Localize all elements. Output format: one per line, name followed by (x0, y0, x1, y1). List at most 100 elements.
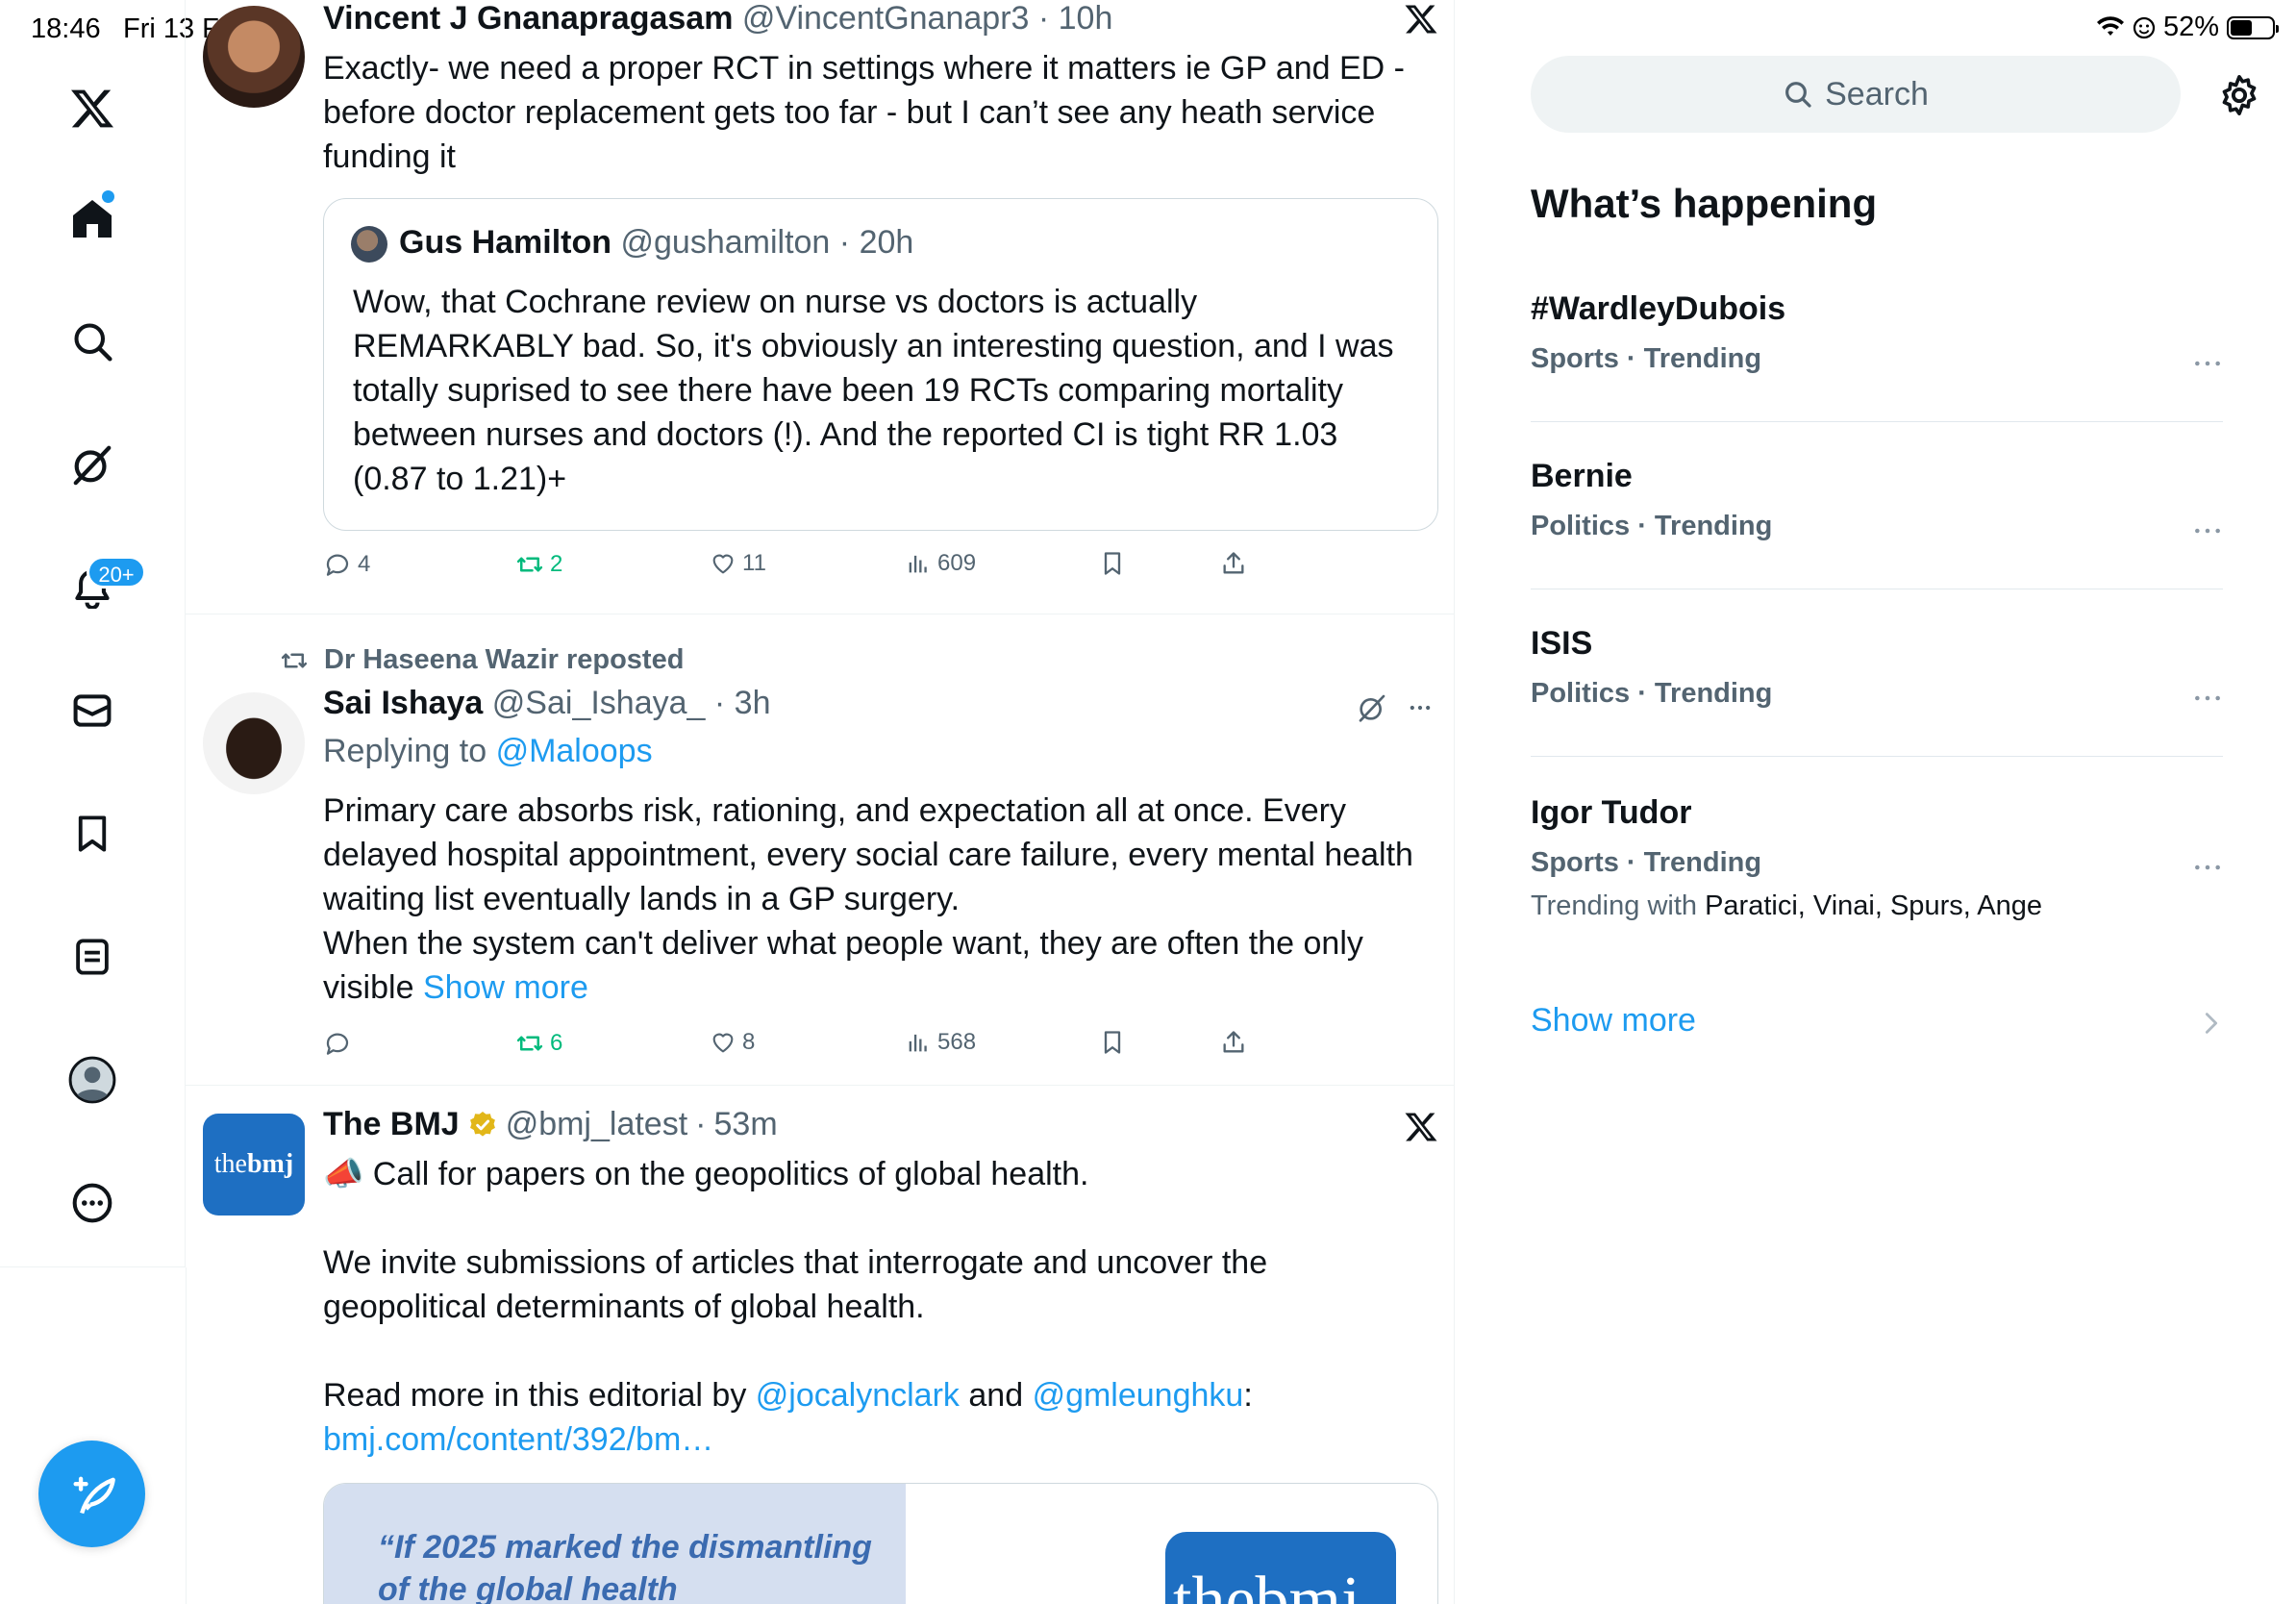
trend-with: Trending with Paratici, Vinai, Spurs, An… (1531, 890, 2223, 922)
search-input[interactable]: Search (1531, 56, 2181, 133)
x-logo-icon[interactable] (1404, 1110, 1438, 1144)
card-quote-text: “If 2025 marked the dismantling of the g… (378, 1529, 872, 1604)
status-icons: 52% (2096, 12, 2279, 43)
reply-button[interactable] (323, 1029, 352, 1058)
url-link[interactable]: bmj.com/content/392/bm… (323, 1417, 713, 1462)
profile-icon[interactable] (61, 1048, 124, 1112)
list-icon[interactable] (61, 925, 124, 989)
quote-author-name: Gus Hamilton (399, 224, 612, 261)
trend-with-names: Paratici, Vinai, Spurs, Ange (1705, 890, 2042, 921)
trend-name: ISIS (1531, 625, 1593, 662)
more-options-icon[interactable] (2192, 858, 2223, 877)
trend-name: #WardleyDubois (1531, 290, 1786, 327)
repost-count: 6 (550, 1030, 563, 1056)
home-icon[interactable] (61, 187, 124, 250)
show-more-link[interactable]: Show more (423, 969, 588, 1006)
more-icon[interactable] (61, 1171, 124, 1235)
mention-link[interactable]: @jocalynclark (756, 1377, 960, 1414)
grok-icon[interactable] (61, 433, 124, 496)
trend-with-prefix: Trending with (1531, 890, 1698, 921)
bmj-avatar[interactable]: the bmj (203, 1114, 305, 1216)
heart-icon (712, 554, 734, 574)
show-more-link[interactable]: Show more (1531, 1002, 1696, 1040)
like-button[interactable]: 8 (710, 1029, 755, 1056)
more-options-icon[interactable] (1405, 694, 1435, 721)
bookmark-icon[interactable] (61, 802, 124, 865)
timeline: Vincent J Gnanapragasam @VincentGnanapr3… (186, 0, 1455, 1604)
avatar[interactable] (203, 692, 305, 794)
like-button[interactable]: 11 (710, 550, 766, 577)
left-nav (0, 0, 186, 1267)
avatar[interactable] (203, 6, 305, 108)
more-options-icon[interactable] (2192, 354, 2223, 373)
x-logo-icon[interactable] (1404, 2, 1438, 37)
compose-button[interactable] (38, 1441, 145, 1547)
read-more-prefix: Read more in this editorial by (323, 1377, 747, 1414)
author-handle[interactable]: @bmj_latest (506, 1106, 687, 1143)
replying-to: Replying to @Maloops (323, 733, 653, 770)
trend-name: Bernie (1531, 458, 1633, 494)
views-button[interactable]: 568 (905, 1029, 976, 1056)
home-unread-dot (102, 190, 114, 203)
battery-icon (2227, 15, 2279, 39)
author-name[interactable]: The BMJ (323, 1106, 460, 1143)
trend-meta: Politics · Trending (1531, 511, 1773, 541)
share-button[interactable] (1220, 1029, 1247, 1056)
replying-to-link[interactable]: @Maloops (496, 733, 653, 769)
quote-text: Wow, that Cochrane review on nurse vs do… (353, 284, 1394, 497)
bmj-avatar-bmj: bmj (246, 1149, 294, 1179)
bookmark-button[interactable] (1099, 1029, 1126, 1056)
repost-button[interactable]: 2 (515, 550, 562, 579)
compose-icon (67, 1469, 117, 1519)
tweet-time[interactable]: 53m (714, 1106, 778, 1143)
trend-divider (1531, 756, 2223, 757)
more-options-icon[interactable] (2192, 521, 2223, 540)
reply-button[interactable]: 4 (323, 550, 370, 579)
views-count: 568 (937, 1029, 977, 1055)
trend-item[interactable]: ISIS Politics · Trending (1531, 625, 2223, 710)
x-logo-icon[interactable] (61, 77, 124, 140)
share-button[interactable] (1220, 550, 1247, 577)
views-icon (909, 555, 927, 573)
link-card[interactable]: “If 2025 marked the dismantling of the g… (323, 1483, 1438, 1604)
tweet-text: Exactly- we need a proper RCT in setting… (323, 50, 1406, 175)
grok-icon[interactable] (1357, 692, 1387, 723)
tweet-line-3: Read more in this editorial by @jocalync… (323, 1373, 1429, 1417)
tweet-text: Primary care absorbs risk, rationing, an… (323, 789, 1429, 1010)
share-icon (1223, 1031, 1244, 1053)
battery-percent: 52% (2162, 12, 2219, 42)
settings-gear-icon[interactable] (2217, 73, 2261, 117)
notification-badge: 20+ (87, 556, 146, 589)
trend-item[interactable]: #WardleyDubois Sports · Trending (1531, 290, 2223, 375)
repost-count: 2 (550, 551, 563, 577)
quote-header: Gus Hamilton @gushamilton · 20h (399, 224, 914, 261)
battery-fill (2231, 19, 2252, 36)
search-placeholder: Search (1825, 75, 1929, 113)
trend-meta: Sports · Trending (1531, 343, 1762, 374)
search-icon[interactable] (61, 310, 124, 373)
author-name[interactable]: Sai Ishaya (323, 685, 483, 721)
repost-label[interactable]: Dr Haseena Wazir reposted (324, 644, 684, 676)
tweet-time[interactable]: 10h (1059, 0, 1113, 37)
mention-link[interactable]: @gmleunghku (1033, 1377, 1244, 1414)
reply-icon (326, 1033, 349, 1055)
repost-button[interactable]: 6 (515, 1029, 562, 1058)
like-count: 11 (742, 550, 766, 576)
author-name[interactable]: Vincent J Gnanapragasam (323, 0, 733, 37)
author-handle[interactable]: @VincentGnanapr3 (742, 0, 1030, 37)
wifi-icon (2096, 15, 2125, 39)
chevron-right-icon (2202, 1010, 2221, 1037)
author-handle[interactable]: @Sai_Ishaya_ (492, 685, 706, 721)
repost-icon (281, 653, 308, 667)
quoted-tweet[interactable]: Gus Hamilton @gushamilton · 20h Wow, tha… (323, 198, 1438, 531)
views-button[interactable]: 609 (905, 550, 976, 577)
card-bmj-logo: thebmj (1165, 1532, 1396, 1604)
bookmark-button[interactable] (1099, 550, 1126, 577)
trend-item[interactable]: Bernie Politics · Trending (1531, 458, 2223, 542)
trend-item[interactable]: Igor Tudor Sports · Trending Trending wi… (1531, 794, 2223, 922)
mail-icon[interactable] (61, 679, 124, 742)
colon-text: : (1243, 1377, 1253, 1414)
search-icon (1785, 82, 1811, 108)
more-options-icon[interactable] (2192, 689, 2223, 708)
tweet-time[interactable]: 3h (735, 685, 771, 721)
